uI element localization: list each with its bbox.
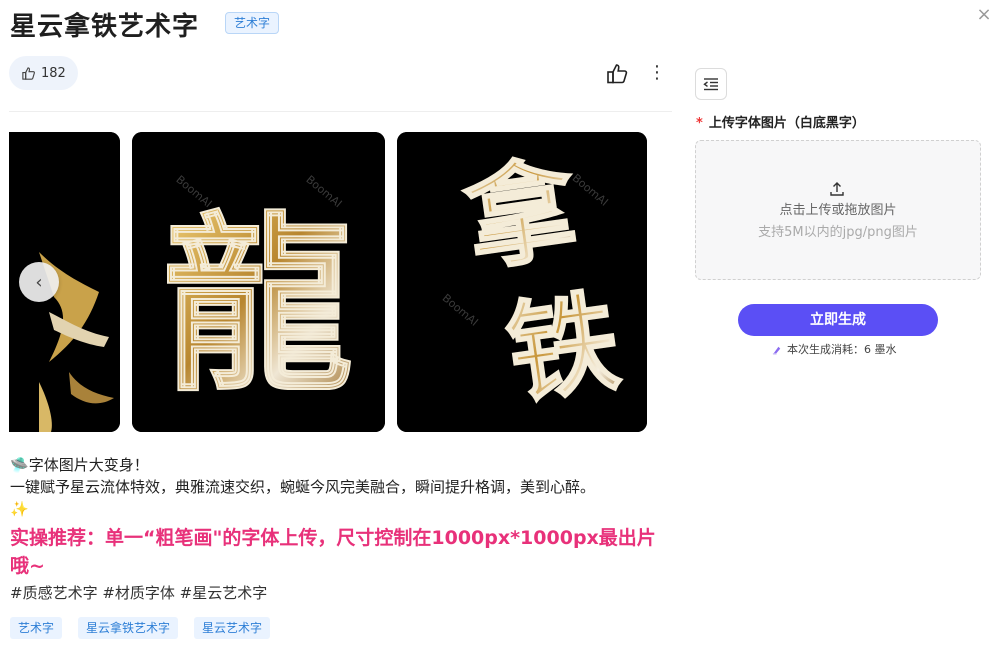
tag-item[interactable]: 艺术字 [10, 617, 63, 639]
recommendation-text: 实操推荐：单一“粗笔画"的字体上传，尺寸控制在1000px*1000px最出片哦… [10, 527, 656, 577]
description-line: 🛸字体图片大变身！ [10, 456, 149, 474]
description: 🛸字体图片大变身！ 一键赋予星云流体特效，典雅流速交织，蜿蜒今风完美融合，瞬间提… [10, 454, 670, 604]
carousel-image[interactable]: BoomAI BoomAI 拿 铁 [397, 132, 647, 432]
upload-instruction: 点击上传或拖放图片 [779, 203, 897, 218]
outdent-icon [703, 78, 718, 91]
category-tag[interactable]: 艺术字 [225, 12, 280, 34]
like-count: 182 [41, 65, 66, 81]
more-options-icon[interactable]: ⋮ [648, 62, 666, 86]
artwork-glyph: 拿 [458, 144, 585, 287]
artwork-glyph: 龍 [163, 194, 353, 417]
description-line: 一键赋予星云流体特效，典雅流速交织，蜿蜒今风完美融合，瞬间提升格调，美到心醉。 [10, 478, 596, 496]
upload-label: * 上传字体图片（白底黑字） [696, 116, 865, 131]
cost-text: 本次生成消耗：6 墨水 [787, 343, 897, 356]
upload-hint: 支持5M以内的jpg/png图片 [758, 225, 918, 240]
artwork-image: BoomAI BoomAI 龍 [132, 132, 385, 432]
close-icon[interactable]: × [973, 4, 995, 26]
thumbs-up-icon[interactable] [605, 62, 629, 86]
tag-list: 艺术字 星云拿铁艺术字 星云艺术字 [10, 617, 271, 639]
upload-icon [830, 182, 844, 196]
ink-icon [772, 346, 781, 355]
carousel-image[interactable]: BoomAI BoomAI 龍 [132, 132, 385, 432]
image-carousel[interactable]: BoomAI BoomAI 龍 BoomAI BoomAI 拿 铁 [9, 132, 672, 432]
ufo-icon: 🛸 [10, 456, 29, 474]
cost-info: 本次生成消耗：6 墨水 [772, 341, 897, 357]
divider [9, 111, 672, 112]
sparkles-icon: ✨ [10, 500, 29, 518]
tag-item[interactable]: 星云艺术字 [194, 617, 271, 639]
hashtags[interactable]: #质感艺术字 #材质字体 #星云艺术字 [10, 582, 670, 604]
like-button[interactable]: 182 [9, 56, 78, 90]
artwork-image: BoomAI BoomAI 拿 铁 [397, 132, 647, 432]
carousel-prev-button[interactable]: ‹ [19, 262, 59, 302]
generate-button[interactable]: 立即生成 [738, 304, 938, 336]
tag-item[interactable]: 星云拿铁艺术字 [78, 617, 179, 639]
panel-toggle-button[interactable] [695, 68, 727, 100]
page-title: 星云拿铁艺术字 [10, 12, 200, 42]
required-mark: * [696, 116, 703, 131]
thumbs-up-icon [22, 66, 35, 80]
artwork-glyph: 铁 [499, 276, 626, 419]
upload-dropzone[interactable]: 点击上传或拖放图片 支持5M以内的jpg/png图片 [695, 140, 981, 280]
